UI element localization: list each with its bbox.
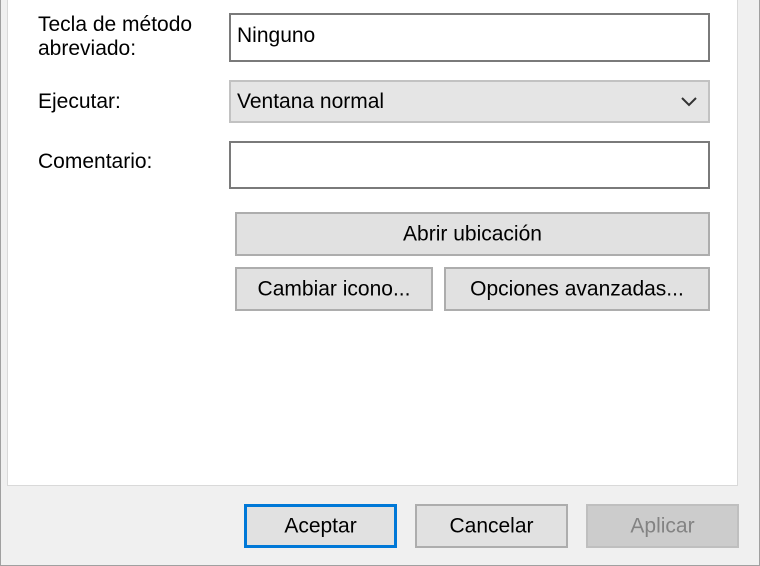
shortcut-key-field[interactable]: Ninguno	[229, 13, 710, 62]
comment-field[interactable]	[229, 141, 710, 189]
run-selected-value: Ventana normal	[237, 90, 385, 113]
apply-button[interactable]: Aplicar	[586, 504, 739, 548]
apply-label: Aplicar	[630, 514, 695, 538]
change-icon-label: Cambiar icono...	[257, 277, 411, 301]
ok-label: Aceptar	[284, 514, 357, 538]
open-location-label: Abrir ubicación	[403, 222, 542, 246]
advanced-options-label: Opciones avanzadas...	[470, 277, 684, 301]
ok-button[interactable]: Aceptar	[244, 504, 397, 548]
run-label: Ejecutar:	[38, 90, 121, 113]
comment-label: Comentario:	[38, 150, 153, 173]
chevron-down-icon	[681, 97, 697, 107]
change-icon-button[interactable]: Cambiar icono...	[235, 267, 433, 311]
open-location-button[interactable]: Abrir ubicación	[235, 212, 710, 256]
run-select[interactable]: Ventana normal	[229, 80, 710, 123]
cancel-label: Cancelar	[449, 514, 534, 538]
cancel-button[interactable]: Cancelar	[415, 504, 568, 548]
shortcut-key-label: Tecla de método abreviado:	[38, 13, 193, 60]
advanced-options-button[interactable]: Opciones avanzadas...	[444, 267, 710, 311]
shortcut-key-value: Ninguno	[237, 24, 316, 47]
window-border-left	[0, 0, 1, 566]
